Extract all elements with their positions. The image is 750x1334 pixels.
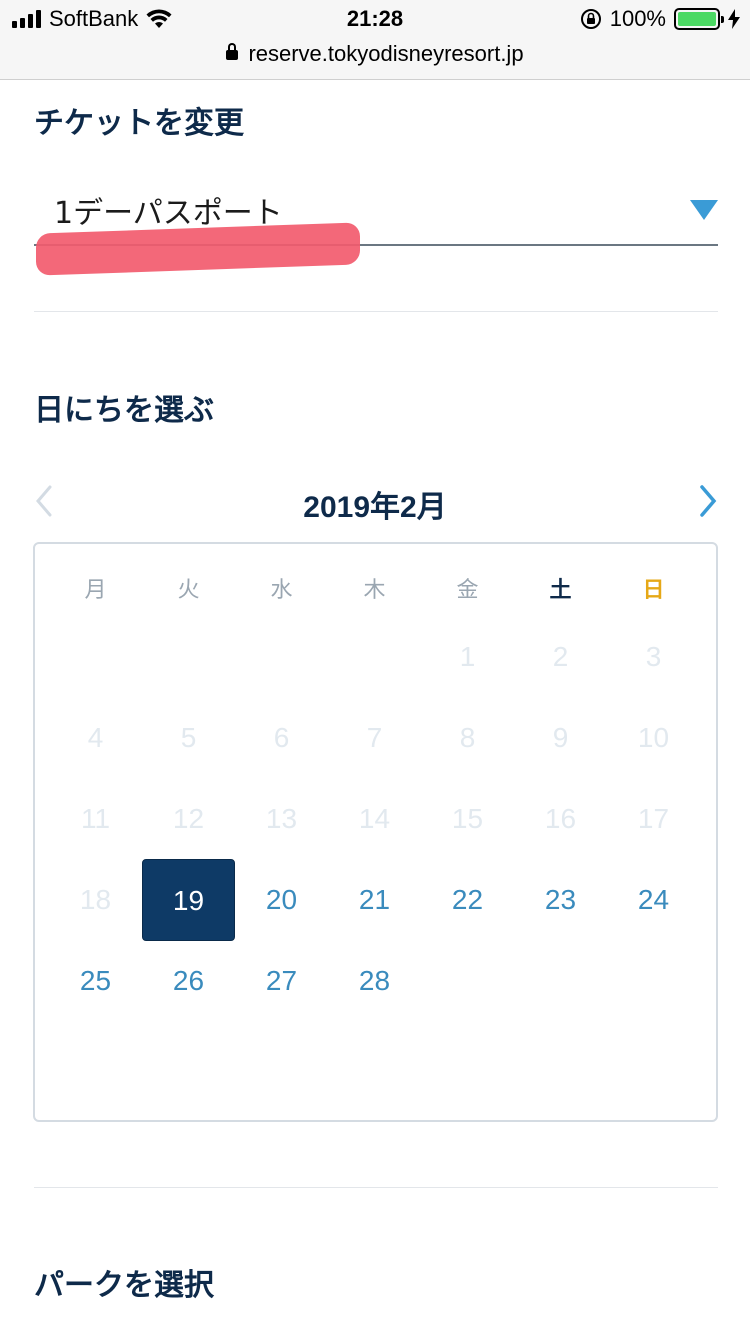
charging-bolt-icon (728, 9, 740, 29)
weekday-sun: 日 (642, 578, 665, 603)
calendar-day-25[interactable]: 25 (49, 940, 142, 1022)
calendar-day-19[interactable]: 19 (142, 859, 235, 941)
calendar-day-17: 17 (637, 803, 670, 834)
weekday-fri: 金 (456, 578, 479, 603)
calendar-day-1: 1 (459, 641, 476, 672)
calendar-day-8: 8 (459, 722, 476, 753)
url-text: reserve.tokyodisneyresort.jp (248, 41, 524, 66)
calendar-day-3: 3 (645, 641, 662, 672)
lock-icon (226, 43, 239, 61)
calendar-day-15: 15 (451, 803, 484, 834)
park-heading: パークを選択 (34, 1268, 214, 1303)
section-divider (34, 311, 718, 312)
dropdown-caret-icon (690, 200, 718, 220)
calendar-day-20[interactable]: 20 (235, 859, 328, 941)
calendar-day-13: 13 (265, 803, 298, 834)
calendar-day-27[interactable]: 27 (235, 940, 328, 1022)
calendar-day-28[interactable]: 28 (328, 940, 421, 1022)
month-title: 2019年2月 (303, 491, 447, 524)
calendar-day-5: 5 (180, 722, 197, 753)
status-right: 100% (580, 6, 740, 32)
calendar-day-16: 16 (544, 803, 577, 834)
battery-icon (674, 8, 724, 30)
ticket-heading: チケットを変更 (34, 106, 244, 141)
calendar-day-18: 18 (79, 884, 112, 915)
weekday-mon: 月 (84, 578, 107, 603)
calendar-day-24[interactable]: 24 (607, 859, 700, 941)
calendar-day-12: 12 (172, 803, 205, 834)
calendar-day-23[interactable]: 23 (514, 859, 607, 941)
weekday-wed: 水 (270, 578, 293, 603)
chevron-right-icon (700, 485, 717, 517)
date-heading: 日にちを選ぶ (34, 393, 214, 428)
weekday-sat: 土 (549, 578, 572, 603)
calendar-day-26[interactable]: 26 (142, 940, 235, 1022)
calendar-day-9: 9 (552, 722, 569, 753)
weekday-tue: 火 (177, 578, 200, 603)
calendar-day-4: 4 (87, 722, 104, 753)
calendar-day-10: 10 (637, 722, 670, 753)
calendar-day-21[interactable]: 21 (328, 859, 421, 941)
address-bar[interactable]: reserve.tokyodisneyresort.jp (0, 40, 750, 80)
calendar-day-7: 7 (366, 722, 383, 753)
orientation-lock-icon (580, 9, 601, 29)
calendar-day-6: 6 (273, 722, 290, 753)
calendar-day-14: 14 (358, 803, 391, 834)
calendar-day-2: 2 (552, 641, 569, 672)
status-bar: SoftBank 21:28 100% (0, 0, 750, 40)
calendar-day-11: 11 (80, 803, 111, 834)
weekday-thu: 木 (363, 578, 386, 603)
battery-percent: 100% (609, 6, 666, 31)
calendar-grid: 月 火 水 木 金 土 日 1 2 3 4 5 6 7 8 9 10 11 12 13 14 15 16 17 1… (33, 542, 718, 1122)
next-month-button[interactable] (692, 484, 722, 518)
calendar-day-22[interactable]: 22 (421, 859, 514, 941)
section-divider (34, 1187, 718, 1188)
